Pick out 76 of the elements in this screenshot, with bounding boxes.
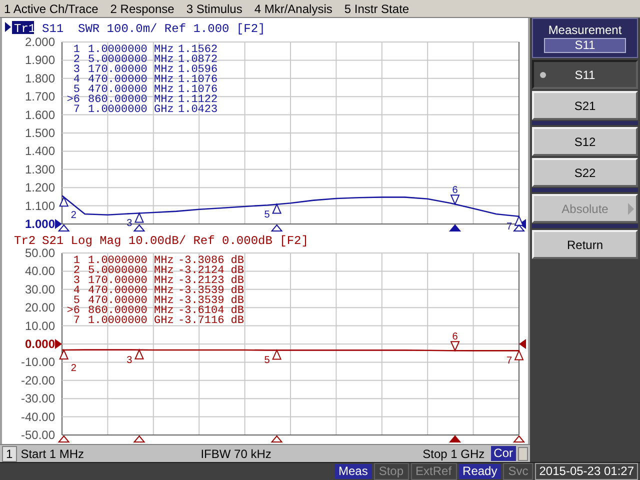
channel-number[interactable]: 1 bbox=[2, 446, 17, 462]
y-axis-label: 1.000 bbox=[24, 217, 55, 231]
softkey-button[interactable]: Return bbox=[532, 230, 638, 259]
y-axis-label: -10.00 bbox=[20, 355, 55, 370]
ifbw-label: IFBW 70 kHz bbox=[200, 446, 272, 462]
status-indicator: ExtRef bbox=[410, 463, 457, 480]
y-axis-label: -20.00 bbox=[20, 373, 55, 388]
marker-icon[interactable] bbox=[514, 350, 524, 360]
marker-icon[interactable] bbox=[450, 341, 460, 352]
marker-number: 6 bbox=[452, 332, 458, 343]
marker-number: 5 bbox=[264, 355, 270, 366]
y-axis-label: -40.00 bbox=[20, 410, 55, 424]
y-axis-label: 1.900 bbox=[24, 53, 55, 68]
menu-item[interactable]: 5 Instr State bbox=[344, 0, 410, 18]
status-indicator: Svc bbox=[503, 463, 534, 480]
marker-number: 7 bbox=[506, 221, 512, 232]
trace-label[interactable]: Tr2 bbox=[14, 234, 36, 248]
marker-number: 7 bbox=[506, 356, 512, 367]
softkey-button[interactable]: S12 bbox=[532, 127, 638, 156]
menu-item[interactable]: 1 Active Ch/Trace bbox=[4, 0, 98, 18]
marker-icon[interactable] bbox=[134, 212, 144, 223]
y-axis-label: 1.500 bbox=[24, 126, 55, 140]
menu-item[interactable]: 3 Stimulus bbox=[186, 0, 242, 18]
trace-header: S11 SWR 100.0m/ Ref 1.000 [F2] bbox=[42, 22, 266, 36]
menu-item[interactable]: 2 Response bbox=[110, 0, 174, 18]
y-axis-label: 1.700 bbox=[24, 90, 55, 104]
measurement-value: S11 bbox=[544, 38, 626, 53]
menu-item[interactable]: 4 Mkr/Analysis bbox=[254, 0, 332, 18]
y-axis-label: -50.00 bbox=[20, 428, 55, 442]
marker-icon[interactable] bbox=[272, 203, 282, 214]
submenu-arrow-icon bbox=[628, 202, 634, 214]
y-axis-label: 1.400 bbox=[24, 144, 55, 158]
y-axis-label: 1.800 bbox=[24, 71, 55, 86]
marker-readout: >6 860.00000 MHz 1.1122 bbox=[66, 94, 218, 106]
stop-frequency: Stop 1 GHz bbox=[422, 446, 485, 462]
y-axis-label: 1.100 bbox=[24, 198, 55, 213]
correction-indicator: Cor bbox=[490, 446, 516, 461]
marker-readout: 4 470.00000 MHz 1.1076 bbox=[73, 74, 218, 86]
marker-number: 2 bbox=[70, 210, 76, 222]
marker-readout: 7 1.0000000 GHz 1.0423 bbox=[73, 104, 218, 116]
marker-readout: 1 1.0000000 MHz 1.1562 bbox=[73, 44, 218, 56]
status-indicator: Stop bbox=[374, 463, 409, 480]
marker-readout: 3 170.00000 MHz 1.0596 bbox=[73, 64, 218, 76]
status-indicator: Ready bbox=[458, 464, 502, 479]
marker-readout: 7 1.0000000 GHz -3.7116 dB bbox=[73, 315, 244, 327]
status-indicator: Meas bbox=[334, 464, 372, 479]
y-axis-label: -30.00 bbox=[20, 392, 55, 406]
marker-readout: 5 470.00000 MHz 1.1076 bbox=[73, 84, 218, 96]
marker-icon[interactable] bbox=[134, 348, 144, 360]
marker-icon[interactable] bbox=[450, 194, 460, 206]
softkey-button[interactable]: S22 bbox=[532, 158, 638, 187]
marker-number: 3 bbox=[126, 354, 132, 366]
marker-number: 5 bbox=[264, 209, 270, 220]
softkey-button[interactable]: S11 bbox=[532, 60, 638, 89]
softkey-button[interactable]: S21 bbox=[532, 91, 638, 120]
marker-icon[interactable] bbox=[514, 215, 524, 226]
marker-readout: 2 5.0000000 MHz 1.0872 bbox=[73, 54, 218, 66]
y-axis-label: 30.00 bbox=[24, 282, 55, 296]
start-frequency: Start 1 MHz bbox=[20, 446, 86, 462]
marker-icon[interactable] bbox=[272, 348, 282, 360]
date-time: 2015-05-23 01:27 bbox=[535, 463, 638, 480]
y-axis-label: 1.200 bbox=[24, 180, 55, 195]
y-axis-label: 2.000 bbox=[24, 35, 55, 49]
y-axis-label: 20.00 bbox=[24, 300, 55, 315]
y-axis-label: 50.00 bbox=[24, 246, 55, 260]
y-axis-label: 1.300 bbox=[24, 162, 55, 176]
y-axis-label: 10.00 bbox=[24, 318, 55, 333]
y-axis-label: 0.000 bbox=[24, 337, 55, 351]
y-axis-label: 40.00 bbox=[24, 264, 55, 278]
y-axis-label: 1.600 bbox=[24, 108, 55, 122]
marker-icon[interactable] bbox=[59, 196, 69, 207]
marker-icon[interactable] bbox=[59, 348, 69, 360]
trace-header: S21 Log Mag 10.00dB/ Ref 0.000dB [F2] bbox=[42, 234, 308, 248]
marker-number: 2 bbox=[70, 363, 76, 374]
marker-number: 6 bbox=[452, 185, 458, 196]
softkey-title: Measurement bbox=[548, 23, 622, 37]
